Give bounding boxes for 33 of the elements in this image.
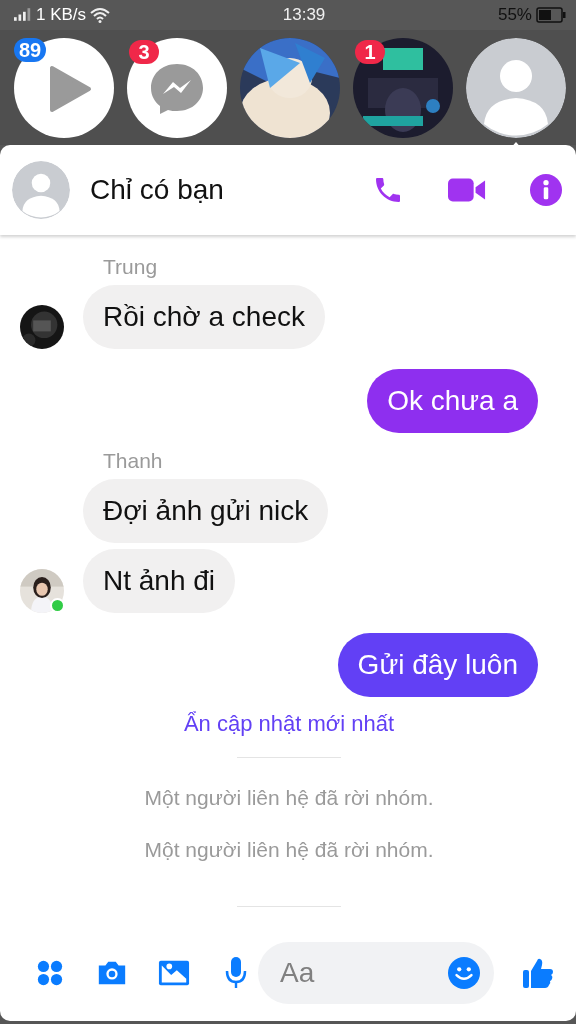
- info-icon[interactable]: [530, 174, 562, 206]
- emoji-icon[interactable]: [448, 957, 480, 989]
- chat-head[interactable]: 89: [14, 37, 114, 152]
- sender-name: Thanh: [103, 449, 164, 473]
- system-notice: Một người liên hệ đã rời nhóm.: [144, 786, 434, 810]
- video-camera-icon[interactable]: [448, 177, 486, 203]
- message-bubble: Ok chưa a: [367, 369, 538, 433]
- message-bubble: Nt ảnh đi: [83, 549, 236, 613]
- clock: 13:39: [282, 4, 326, 25]
- signal-icon: [14, 8, 32, 22]
- chat-head[interactable]: 1: [353, 37, 453, 152]
- unread-count: 3: [129, 39, 159, 64]
- avatar-icon: [12, 161, 70, 219]
- battery-percent: 55%: [497, 4, 532, 25]
- unread-count: 89: [14, 37, 47, 62]
- chat-head[interactable]: 3: [127, 37, 227, 152]
- text-input[interactable]: Aa: [278, 956, 448, 990]
- message-field[interactable]: Aa: [258, 942, 494, 1004]
- sender-name: Trung: [103, 255, 159, 279]
- battery-icon: [536, 6, 566, 23]
- unread-count: 1: [355, 39, 385, 64]
- message-bubble: Rồi chờ a check: [83, 285, 325, 349]
- message-bubble: Đợi ảnh gửi nick: [83, 479, 329, 543]
- network-speed: 1 KB/s: [36, 4, 87, 25]
- conversation-title: Chỉ có bạn: [90, 174, 225, 206]
- wifi-icon: [90, 6, 111, 23]
- thumbs-up-icon[interactable]: [522, 957, 554, 989]
- camera-icon[interactable]: [96, 959, 128, 987]
- message-bubble: Gửi đây luôn: [337, 633, 538, 697]
- hide-updates-link[interactable]: Ẩn cập nhật mới nhất: [183, 711, 395, 737]
- system-notice: Một người liên hệ đã rời nhóm.: [144, 838, 434, 862]
- microphone-icon[interactable]: [224, 957, 248, 989]
- image-icon[interactable]: [158, 959, 190, 987]
